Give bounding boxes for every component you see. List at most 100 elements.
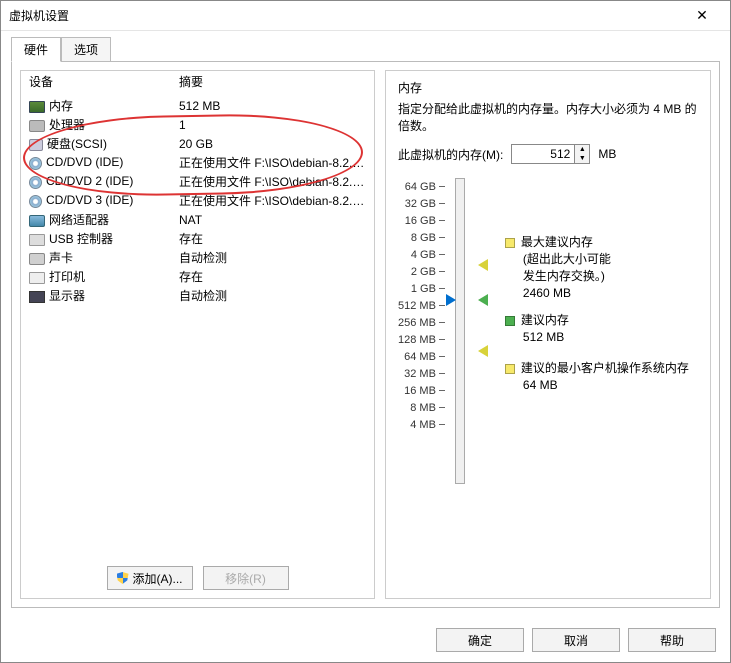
tab-strip: 硬件 选项 [11, 37, 720, 62]
device-row[interactable]: CD/DVD 3 (IDE) 正在使用文件 F:\ISO\debian-8.2.0… [27, 191, 368, 210]
cpu-icon [29, 120, 45, 132]
device-row[interactable]: CD/DVD 2 (IDE) 正在使用文件 F:\ISO\debian-8.2.0… [27, 172, 368, 191]
device-summary: 20 GB [177, 134, 368, 153]
marker-recommended-icon [478, 294, 488, 306]
memory-legend: 最大建议内存 (超出此大小可能 发生内存交换。) 2460 MB 建议内存 51… [505, 178, 689, 484]
memory-desc: 指定分配给此虚拟机的内存量。内存大小必须为 4 MB 的倍数。 [398, 100, 698, 134]
device-row[interactable]: 内存512 MB [27, 96, 368, 115]
window-title: 虚拟机设置 [9, 7, 682, 24]
device-name: 处理器 [49, 118, 85, 132]
memory-tick: 512 MB [398, 297, 445, 314]
device-name: 声卡 [49, 251, 73, 265]
device-row[interactable]: USB 控制器 存在 [27, 229, 368, 248]
remove-button[interactable]: 移除(R) [203, 566, 289, 590]
device-summary: 存在 [177, 229, 368, 248]
device-name: CD/DVD (IDE) [46, 155, 123, 169]
memory-tick: 4 MB [398, 416, 445, 433]
hdd-icon [29, 139, 43, 151]
legend-max-label: 最大建议内存 [521, 235, 593, 249]
legend-min-value: 64 MB [505, 377, 689, 394]
usb-icon [29, 234, 45, 246]
memory-tick: 1 GB [398, 280, 445, 297]
net-icon [29, 215, 45, 227]
col-header-device: 设备 [27, 71, 177, 96]
memory-tick: 16 MB [398, 382, 445, 399]
legend-max-note2: 发生内存交换。) [505, 268, 689, 285]
memory-panel: 内存 指定分配给此虚拟机的内存量。内存大小必须为 4 MB 的倍数。 此虚拟机的… [385, 70, 711, 599]
tab-hardware[interactable]: 硬件 [11, 37, 61, 62]
add-button[interactable]: 添加(A)... [107, 566, 193, 590]
device-row[interactable]: CD/DVD (IDE) 正在使用文件 F:\ISO\debian-8.2.0-a… [27, 153, 368, 172]
mem-icon [29, 101, 45, 113]
snd-icon [29, 253, 45, 265]
device-summary: 自动检测 [177, 248, 368, 267]
memory-tick: 64 GB [398, 178, 445, 195]
memory-chart: 64 GB32 GB16 GB8 GB4 GB2 GB1 GB512 MB256… [398, 178, 698, 484]
device-row[interactable]: 硬盘(SCSI) 20 GB [27, 134, 368, 153]
device-name: CD/DVD 2 (IDE) [46, 174, 133, 188]
memory-tick: 8 GB [398, 229, 445, 246]
device-summary: 存在 [177, 267, 368, 286]
device-name: 硬盘(SCSI) [47, 137, 107, 151]
cancel-button[interactable]: 取消 [532, 628, 620, 652]
device-row[interactable]: 网络适配器NAT [27, 210, 368, 229]
device-row[interactable]: 显示器 自动检测 [27, 286, 368, 305]
legend-max-value: 2460 MB [505, 285, 689, 302]
device-name: 打印机 [49, 270, 85, 284]
device-row[interactable]: 声卡 自动检测 [27, 248, 368, 267]
marker-min-icon [478, 345, 488, 357]
memory-tick: 4 GB [398, 246, 445, 263]
marker-current-icon[interactable] [446, 294, 456, 306]
titlebar: 虚拟机设置 ✕ [1, 1, 730, 31]
ok-button[interactable]: 确定 [436, 628, 524, 652]
col-header-summary: 摘要 [177, 71, 368, 96]
legend-min-swatch [505, 364, 515, 374]
cd-icon [29, 195, 42, 208]
tab-options[interactable]: 选项 [61, 37, 111, 62]
legend-max-note1: (超出此大小可能 [505, 251, 689, 268]
device-summary: 正在使用文件 F:\ISO\debian-8.2.0-a... [177, 153, 368, 172]
memory-tick: 128 MB [398, 331, 445, 348]
memory-ticks: 64 GB32 GB16 GB8 GB4 GB2 GB1 GB512 MB256… [398, 178, 445, 484]
memory-spinner[interactable]: ▲ ▼ [511, 144, 590, 164]
memory-tick: 2 GB [398, 263, 445, 280]
device-name: 网络适配器 [49, 213, 109, 227]
legend-rec-label: 建议内存 [521, 313, 569, 327]
device-row[interactable]: 打印机 存在 [27, 267, 368, 286]
legend-rec-value: 512 MB [505, 329, 689, 346]
memory-tick: 32 GB [398, 195, 445, 212]
memory-slider[interactable] [455, 178, 465, 484]
device-row[interactable]: 处理器 1 [27, 115, 368, 134]
device-name: USB 控制器 [49, 232, 113, 246]
legend-max-swatch [505, 238, 515, 248]
marker-max-icon [478, 259, 488, 271]
cd-icon [29, 176, 42, 189]
disp-icon [29, 291, 45, 303]
cd-icon [29, 157, 42, 170]
device-name: 内存 [49, 99, 73, 113]
close-icon[interactable]: ✕ [682, 7, 722, 24]
vm-settings-window: 虚拟机设置 ✕ 硬件 选项 设备 摘要 内存512 MB [0, 0, 731, 663]
legend-rec-swatch [505, 316, 515, 326]
device-name: CD/DVD 3 (IDE) [46, 193, 133, 207]
spin-up-icon[interactable]: ▲ [575, 145, 589, 154]
device-summary: 自动检测 [177, 286, 368, 305]
memory-tick: 16 GB [398, 212, 445, 229]
device-summary: 正在使用文件 F:\ISO\debian-8.2.0-a... [177, 172, 368, 191]
spin-down-icon[interactable]: ▼ [575, 154, 589, 163]
content-area: 设备 摘要 内存512 MB处理器1硬盘(SCSI)20 GBCD/DVD (I… [11, 61, 720, 608]
device-name: 显示器 [49, 289, 85, 303]
dialog-footer: 确定 取消 帮助 [1, 618, 730, 662]
device-buttons: 添加(A)... 移除(R) [21, 558, 374, 598]
device-panel: 设备 摘要 内存512 MB处理器1硬盘(SCSI)20 GBCD/DVD (I… [20, 70, 375, 599]
memory-tick: 32 MB [398, 365, 445, 382]
legend-min-label: 建议的最小客户机操作系统内存 [521, 361, 689, 375]
memory-unit: MB [598, 147, 616, 161]
device-table: 设备 摘要 内存512 MB处理器1硬盘(SCSI)20 GBCD/DVD (I… [27, 71, 368, 305]
memory-tick: 64 MB [398, 348, 445, 365]
device-summary: 正在使用文件 F:\ISO\debian-8.2.0-a... [177, 191, 368, 210]
device-summary: 1 [177, 115, 368, 134]
memory-input[interactable] [512, 145, 574, 163]
help-button[interactable]: 帮助 [628, 628, 716, 652]
memory-tick: 256 MB [398, 314, 445, 331]
